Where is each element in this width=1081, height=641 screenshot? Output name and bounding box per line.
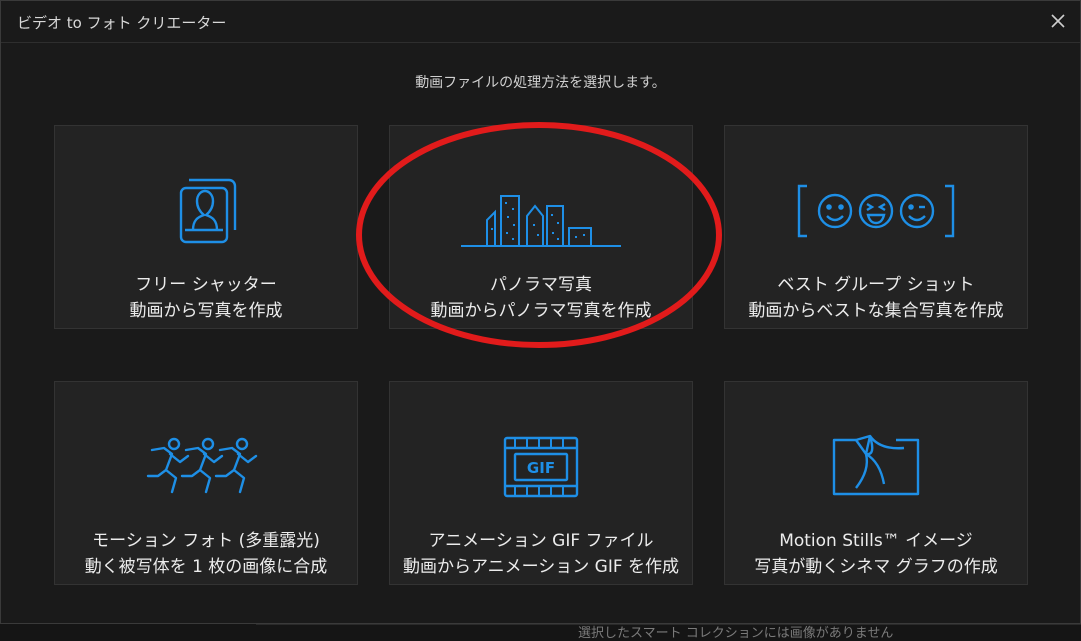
background-message: 選択したスマート コレクションには画像がありません [578,626,894,641]
dialog-title: ビデオ to フォト クリエーター [17,14,227,32]
option-title: フリー シャッター [135,275,277,295]
animated-gif-option[interactable]: GIF アニメーション GIF ファイル 動画からアニメーション GIF を作成 [389,381,693,585]
panorama-option[interactable]: パノラマ写真 動画からパノラマ写真を作成 [389,125,693,329]
kite-image-icon [725,422,1027,512]
option-title: アニメーション GIF ファイル [428,531,654,551]
option-title: ベスト グループ ショット [777,275,975,295]
motion-photo-option[interactable]: モーション フォト (多重露光) 動く被写体を 1 枚の画像に合成 [54,381,358,585]
gif-label: GIF [527,459,555,477]
smiley-faces-icon [725,166,1027,256]
option-title: Motion Stills™ イメージ [779,531,973,551]
option-title: モーション フォト (多重露光) [92,531,320,551]
option-description: 写真が動くシネマ グラフの作成 [754,557,998,577]
free-shutter-option[interactable]: フリー シャッター 動画から写真を作成 [54,125,358,329]
option-description: 動画から写真を作成 [129,301,283,321]
city-skyline-icon [390,166,692,256]
gif-film-icon: GIF [390,422,692,512]
instruction-text: 動画ファイルの処理方法を選択します。 [415,75,666,91]
portrait-icon [55,166,357,256]
video-to-photo-dialog: ビデオ to フォト クリエーター 動画ファイルの処理方法を選択します。 フリー… [0,0,1081,624]
option-description: 動く被写体を 1 枚の画像に合成 [84,557,328,577]
option-description: 動画からパノラマ写真を作成 [430,301,652,321]
best-group-shot-option[interactable]: ベスト グループ ショット 動画からベストな集合写真を作成 [724,125,1028,329]
option-title: パノラマ写真 [490,275,592,295]
option-description: 動画からベストな集合写真を作成 [748,301,1004,321]
motion-stills-option[interactable]: Motion Stills™ イメージ 写真が動くシネマ グラフの作成 [724,381,1028,585]
title-bar: ビデオ to フォト クリエーター [1,1,1080,43]
running-figures-icon [55,422,357,512]
close-icon[interactable] [1046,9,1070,33]
option-description: 動画からアニメーション GIF を作成 [402,557,680,577]
